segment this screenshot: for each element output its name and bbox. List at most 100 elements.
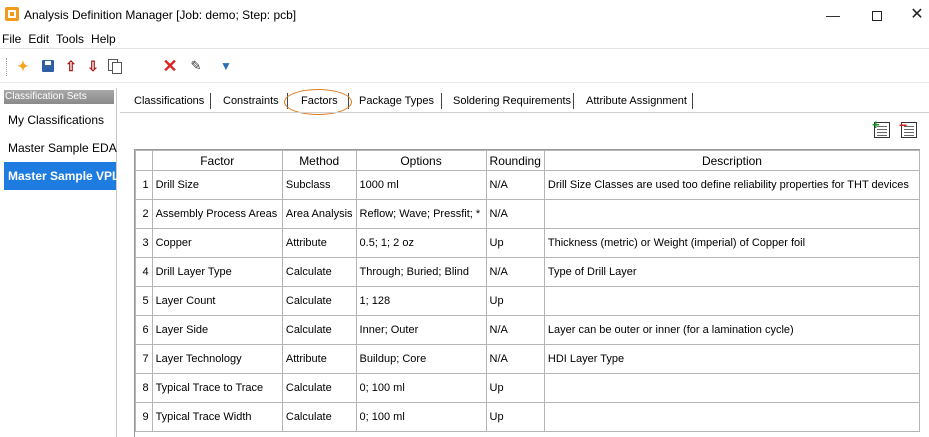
options-cell[interactable]: 1000 ml	[355, 170, 487, 200]
description-cell[interactable]: Type of Drill Layer	[543, 257, 921, 287]
description-cell[interactable]	[543, 402, 921, 432]
table-row[interactable]: 7 Layer Technology Attribute Buildup; Co…	[135, 344, 921, 374]
table-row[interactable]: 3 Copper Attribute 0.5; 1; 2 oz Up Thick…	[135, 228, 921, 258]
factor-cell[interactable]: Typical Trace to Trace	[151, 373, 283, 403]
row-number[interactable]: 6	[135, 315, 153, 345]
row-number[interactable]: 7	[135, 344, 153, 374]
add-row-icon[interactable]: +	[872, 118, 892, 140]
description-cell[interactable]: HDI Layer Type	[543, 344, 921, 374]
row-number[interactable]: 2	[135, 199, 153, 229]
tab-separator	[210, 93, 211, 109]
delete-row-icon[interactable]: −	[899, 118, 919, 140]
column-header-method[interactable]: Method	[281, 150, 357, 171]
rounding-cell[interactable]: N/A	[485, 344, 545, 374]
tab-classifications[interactable]: Classifications	[134, 90, 204, 112]
rounding-cell[interactable]: Up	[485, 373, 545, 403]
factor-cell[interactable]: Layer Technology	[151, 344, 283, 374]
options-cell[interactable]: Buildup; Core	[355, 344, 487, 374]
row-number[interactable]: 3	[135, 228, 153, 258]
toolbar-grip[interactable]	[6, 58, 8, 76]
sidebar-item-master-sample-eda[interactable]: Master Sample EDA	[4, 134, 117, 162]
rounding-cell[interactable]: Up	[485, 286, 545, 316]
menu-tools[interactable]: Tools	[54, 30, 89, 48]
table-row[interactable]: 2 Assembly Process Areas Area Analysis R…	[135, 199, 921, 229]
column-header-factor[interactable]: Factor	[151, 150, 283, 171]
rounding-cell[interactable]: N/A	[485, 315, 545, 345]
method-cell[interactable]: Calculate	[281, 373, 357, 403]
row-number[interactable]: 8	[135, 373, 153, 403]
factor-cell[interactable]: Drill Size	[151, 170, 283, 200]
factor-cell[interactable]: Assembly Process Areas	[151, 199, 283, 229]
factor-cell[interactable]: Layer Count	[151, 286, 283, 316]
rounding-cell[interactable]: N/A	[485, 199, 545, 229]
method-cell[interactable]: Calculate	[281, 286, 357, 316]
description-cell[interactable]	[543, 199, 921, 229]
table-row[interactable]: 1 Drill Size Subclass 1000 ml N/A Drill …	[135, 170, 921, 200]
factor-cell[interactable]: Copper	[151, 228, 283, 258]
options-cell[interactable]: 1; 128	[355, 286, 487, 316]
rounding-cell[interactable]: N/A	[485, 257, 545, 287]
table-row[interactable]: 5 Layer Count Calculate 1; 128 Up	[135, 286, 921, 316]
filter-icon[interactable]: ▼	[218, 58, 234, 74]
description-cell[interactable]: Layer can be outer or inner (for a lamin…	[543, 315, 921, 345]
menu-help[interactable]: Help	[89, 30, 121, 48]
tab-attribute-assignment[interactable]: Attribute Assignment	[586, 90, 687, 112]
method-cell[interactable]: Calculate	[281, 402, 357, 432]
rounding-cell[interactable]: Up	[485, 402, 545, 432]
close-button[interactable]: ✕	[902, 4, 929, 26]
method-cell[interactable]: Calculate	[281, 257, 357, 287]
tab-package-types[interactable]: Package Types	[359, 90, 434, 112]
sidebar-item-my-classifications[interactable]: My Classifications	[4, 106, 116, 134]
table-row[interactable]: 8 Typical Trace to Trace Calculate 0; 10…	[135, 373, 921, 403]
description-cell[interactable]: Drill Size Classes are used too define r…	[543, 170, 921, 200]
app-icon	[5, 7, 19, 21]
copy-icon[interactable]	[107, 58, 123, 74]
options-cell[interactable]: Inner; Outer	[355, 315, 487, 345]
export-icon[interactable]: ⇧	[63, 58, 79, 74]
column-header-rounding[interactable]: Rounding	[485, 150, 545, 171]
method-cell[interactable]: Calculate	[281, 315, 357, 345]
options-cell[interactable]: 0; 100 ml	[355, 402, 487, 432]
delete-icon[interactable]: ✕	[162, 57, 178, 75]
column-header-options[interactable]: Options	[355, 150, 487, 171]
classification-sets-header: Classification Sets	[4, 90, 114, 104]
method-cell[interactable]: Attribute	[281, 344, 357, 374]
options-cell[interactable]: Through; Buried; Blind	[355, 257, 487, 287]
method-cell[interactable]: Attribute	[281, 228, 357, 258]
table-row[interactable]: 4 Drill Layer Type Calculate Through; Bu…	[135, 257, 921, 287]
options-cell[interactable]: 0; 100 ml	[355, 373, 487, 403]
tab-underline	[120, 112, 929, 113]
column-header-description[interactable]: Description	[543, 150, 921, 171]
factor-cell[interactable]: Drill Layer Type	[151, 257, 283, 287]
minimize-button[interactable]: —	[818, 4, 848, 26]
menu-file[interactable]: File	[0, 30, 26, 48]
row-number[interactable]: 5	[135, 286, 153, 316]
new-icon[interactable]: ✦	[15, 58, 31, 74]
description-cell[interactable]	[543, 286, 921, 316]
description-cell[interactable]: Thickness (metric) or Weight (imperial) …	[543, 228, 921, 258]
import-icon[interactable]: ⇩	[85, 58, 101, 74]
sidebar-item-master-sample-vpl[interactable]: Master Sample VPL	[4, 162, 119, 190]
tab-separator	[692, 93, 693, 109]
menu-edit[interactable]: Edit	[26, 30, 54, 48]
maximize-button[interactable]	[862, 4, 892, 26]
factor-cell[interactable]: Layer Side	[151, 315, 283, 345]
edit-icon[interactable]: ✎	[188, 58, 204, 74]
row-number[interactable]: 4	[135, 257, 153, 287]
rounding-cell[interactable]: N/A	[485, 170, 545, 200]
options-cell[interactable]: Reflow; Wave; Pressfit; *	[355, 199, 487, 229]
row-number[interactable]: 9	[135, 402, 153, 432]
save-icon[interactable]	[40, 58, 56, 74]
table-row[interactable]: 9 Typical Trace Width Calculate 0; 100 m…	[135, 402, 921, 432]
rounding-cell[interactable]: Up	[485, 228, 545, 258]
tab-constraints[interactable]: Constraints	[223, 90, 279, 112]
tab-soldering-requirements[interactable]: Soldering Requirements	[453, 90, 571, 112]
options-cell[interactable]: 0.5; 1; 2 oz	[355, 228, 487, 258]
tab-separator	[573, 93, 574, 109]
description-cell[interactable]	[543, 373, 921, 403]
method-cell[interactable]: Subclass	[281, 170, 357, 200]
factor-cell[interactable]: Typical Trace Width	[151, 402, 283, 432]
row-number[interactable]: 1	[135, 170, 153, 200]
table-row[interactable]: 6 Layer Side Calculate Inner; Outer N/A …	[135, 315, 921, 345]
method-cell[interactable]: Area Analysis	[281, 199, 357, 229]
